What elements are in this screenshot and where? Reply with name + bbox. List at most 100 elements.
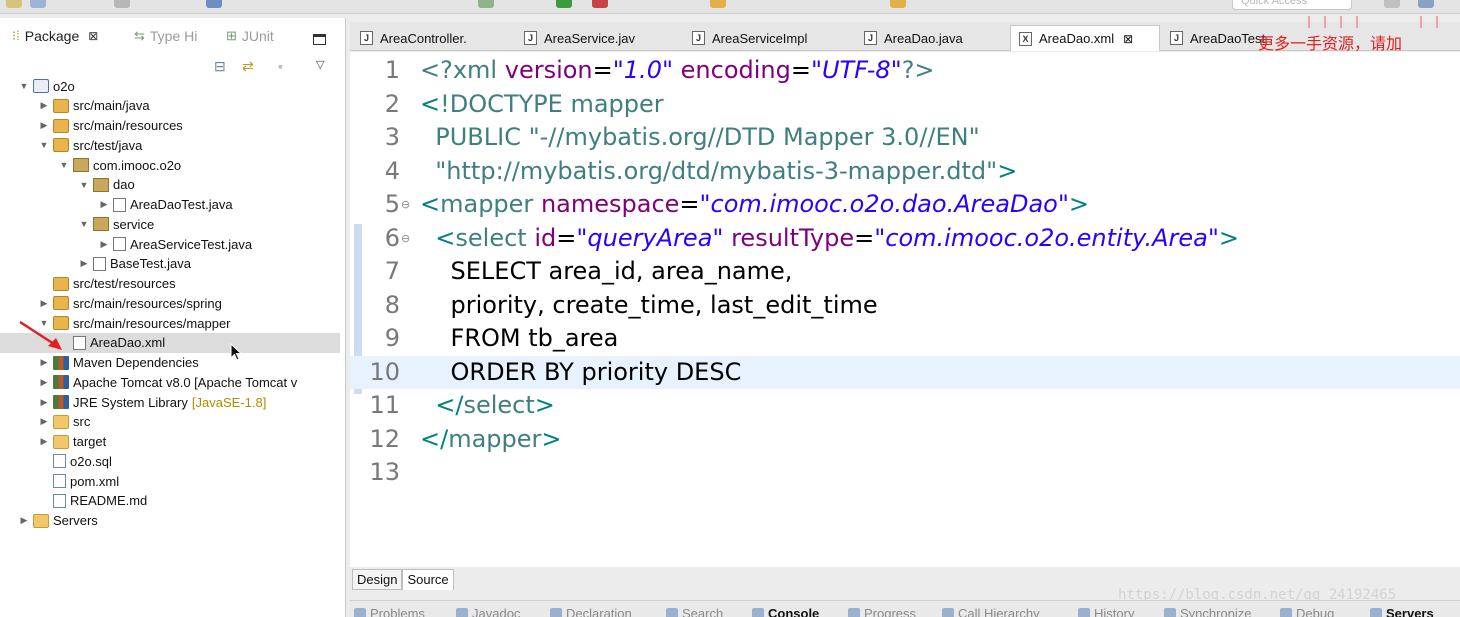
tree-item[interactable]: ▶ Servers [0,511,340,531]
bottom-tab[interactable]: Javadoc [456,606,520,617]
collapse-all-icon[interactable]: ⊟ [214,58,226,75]
code-line[interactable]: 5 ⊖ <mapper namespace="com.imooc.o2o.dao.A… [350,188,1460,222]
collapse-triangle-icon[interactable]: ▶ [38,397,50,408]
expand-triangle-icon[interactable]: ▼ [78,219,90,229]
tree-item[interactable]: ▶ target [0,432,340,452]
code-token: encoding [680,56,791,84]
tab-design[interactable]: Design [352,569,403,590]
code-line[interactable]: 8 priority, create_time, last_edit_time [350,289,1460,323]
tree-item[interactable]: ▶ src [0,412,340,432]
toolbar-search-icon[interactable] [206,0,222,8]
code-line[interactable]: 3 PUBLIC "-//mybatis.org//DTD Mapper 3.0… [350,121,1460,155]
expand-triangle-icon[interactable]: ▼ [38,140,50,150]
tree-item[interactable]: o2o.sql [0,451,340,471]
bottom-tab[interactable]: Problems [354,606,425,617]
collapse-triangle-icon[interactable]: ▶ [38,100,50,111]
tree-item[interactable]: ▶ Maven Dependencies [0,353,340,373]
expand-triangle-icon[interactable]: ▼ [18,81,30,91]
bottom-tab[interactable]: Synchronize [1164,606,1252,617]
collapse-triangle-icon[interactable]: ▶ [38,357,50,368]
xml-source-editor[interactable]: 1 <?xml version="1.0" encoding="UTF-8"?> 2… [350,52,1460,567]
code-line[interactable]: 9 FROM tb_area [350,322,1460,356]
code-line[interactable]: 12 </mapper> [350,423,1460,457]
bottom-tab[interactable]: Search [666,606,723,617]
bottom-tab[interactable]: Debug [1280,606,1334,617]
perspective-java-icon[interactable] [1384,0,1400,8]
collapse-triangle-icon[interactable]: ▶ [38,377,50,388]
collapse-triangle-icon[interactable]: ▶ [98,199,110,210]
collapse-triangle-icon[interactable]: ▶ [38,416,50,427]
tree-item[interactable]: ▶ BaseTest.java [0,254,340,274]
link-with-editor-icon[interactable]: ⇄ [242,58,254,75]
code-line[interactable]: 11 </select> [350,389,1460,423]
collapse-triangle-icon[interactable]: ▶ [38,436,50,447]
editor-tab-area-service-impl[interactable]: J AreaServiceImpl [684,25,854,51]
tree-item[interactable]: ▼ src/test/java [0,135,340,155]
code-line[interactable]: 7 SELECT area_id, area_name, [350,255,1460,289]
code-token: "http://mybatis.org/dtd/mybatis-3-mapper… [435,156,998,185]
toolbar-debug-icon[interactable] [478,0,494,8]
bottom-tab[interactable]: Servers [1370,606,1434,617]
collapse-triangle-icon[interactable]: ▶ [18,515,30,526]
collapse-triangle-icon[interactable]: ▶ [38,298,50,309]
code-line[interactable]: 10 ORDER BY priority DESC [350,355,1460,389]
toolbar-print-icon[interactable] [114,0,130,8]
fold-toggle-icon[interactable]: ⊖ [401,188,410,222]
expand-triangle-icon[interactable]: ▼ [58,160,70,170]
close-icon[interactable]: ⊠ [1123,32,1133,46]
editor-tab-area-dao-java[interactable]: J AreaDao.java [856,25,1006,51]
editor-tab-area-service[interactable]: J AreaService.jav [516,25,682,51]
tree-item[interactable]: ▶ src/main/resources [0,116,340,136]
tree-item[interactable]: README.md [0,491,340,511]
editor-tab-area-dao-xml[interactable]: X AreaDao.xml ⊠ [1010,25,1160,51]
perspective-debug-icon[interactable] [1418,0,1434,8]
tree-item[interactable]: pom.xml [0,471,340,491]
tab-package-explorer[interactable]: ⁝⁞ Package ⊠ [12,28,98,44]
maximize-view-icon[interactable] [313,34,326,45]
view-menu-icon[interactable]: ▽ [316,58,324,71]
code-line[interactable]: 1 <?xml version="1.0" encoding="UTF-8"?> [350,54,1460,88]
tree-item[interactable]: ▶ JRE System Library [JavaSE-1.8] [0,392,340,412]
tree-item[interactable]: ▼ service [0,214,340,234]
tab-junit[interactable]: ⊞ JUnit [226,28,274,44]
tree-item[interactable]: ▼ dao [0,175,340,195]
toolbar-save-icon[interactable] [30,0,46,8]
tree-item[interactable]: ▶ AreaServiceTest.java [0,234,340,254]
quick-access-field[interactable]: Quick Access [1232,0,1352,10]
bottom-tab[interactable]: Declaration [550,606,632,617]
bottom-tab[interactable]: Call Hierarchy [942,606,1040,617]
toolbar-back-icon[interactable] [890,0,906,8]
close-icon[interactable]: ⊠ [88,29,98,43]
tab-source[interactable]: Source [402,569,454,590]
bottom-tab[interactable]: History [1078,606,1134,617]
bottom-tab[interactable]: Console [752,606,819,617]
toolbar-navigate-icon[interactable] [710,0,726,8]
tree-item[interactable]: ▶ src/main/java [0,96,340,116]
toolbar-new-icon[interactable] [6,0,22,8]
tree-item[interactable]: ▼ com.imooc.o2o [0,155,340,175]
bottom-tab[interactable]: Progress [848,606,916,617]
code-line[interactable]: 13 [350,456,1460,490]
expand-triangle-icon[interactable]: ▼ [78,180,90,190]
tab-type-hierarchy[interactable]: ⇆ Type Hi [134,28,197,44]
code-line[interactable]: 2 <!DOCTYPE mapper [350,88,1460,122]
collapse-triangle-icon[interactable]: ▶ [98,239,110,250]
code-token: = [679,190,700,218]
tree-item[interactable]: ▶ Apache Tomcat v8.0 [Apache Tomcat v [0,372,340,392]
tree-item[interactable]: ▶ src/main/resources/spring [0,293,340,313]
tree-item[interactable]: src/test/resources [0,274,340,294]
tree-item[interactable]: ▼ o2o [0,76,340,96]
collapse-triangle-icon[interactable]: ▶ [38,120,50,131]
source-folder-icon [53,276,69,291]
fold-toggle-icon[interactable]: ⊖ [401,222,410,256]
toolbar-stop-icon[interactable] [592,0,608,8]
focus-icon[interactable]: ▪ [278,58,283,74]
tree-item[interactable]: ▶ AreaDaoTest.java [0,195,340,215]
toolbar-run-icon[interactable] [556,0,572,8]
collapse-triangle-icon[interactable]: ▶ [78,258,90,269]
editor-tab-area-dao-test[interactable]: J AreaDaoTest [1162,25,1272,51]
code-line[interactable]: 6 ⊖ <select id="queryArea" resultType="co… [350,222,1460,256]
java-file-icon: J [864,31,877,45]
editor-tab-area-controller[interactable]: J AreaController. [352,25,512,51]
code-line[interactable]: 4 "http://mybatis.org/dtd/mybatis-3-mapp… [350,155,1460,189]
